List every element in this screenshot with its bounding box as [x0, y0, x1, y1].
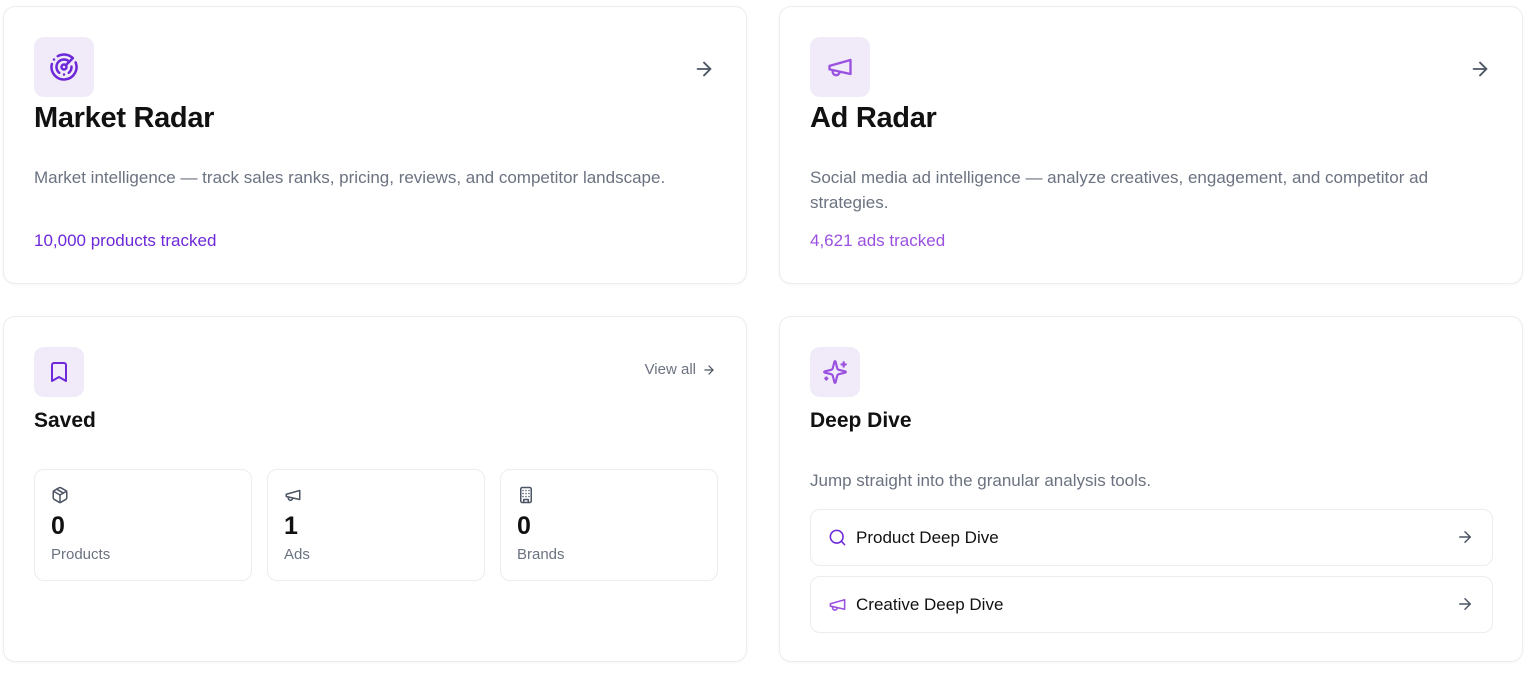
- saved-ads-count: 1: [284, 512, 298, 540]
- saved-ads-label: Ads: [284, 546, 310, 563]
- saved-title: Saved: [34, 409, 96, 432]
- saved-ads-box[interactable]: 1 Ads: [267, 469, 485, 581]
- market-radar-card[interactable]: Market Radar Market intelligence — track…: [3, 6, 747, 284]
- product-deep-dive-label: Product Deep Dive: [856, 527, 999, 547]
- saved-card: View all Saved 0 Products 1 Ads 0 Brands: [3, 316, 747, 662]
- radar-icon: [34, 37, 94, 97]
- megaphone-icon: [284, 486, 302, 504]
- arrow-right-icon: [704, 364, 714, 375]
- building-icon: [517, 486, 535, 504]
- saved-brands-label: Brands: [517, 546, 565, 563]
- creative-deep-dive-label: Creative Deep Dive: [856, 594, 1004, 614]
- market-radar-description: Market intelligence — track sales ranks,…: [34, 168, 666, 187]
- megaphone-icon: [810, 37, 870, 97]
- saved-products-box[interactable]: 0 Products: [34, 469, 252, 581]
- deep-dive-title: Deep Dive: [810, 409, 912, 432]
- sparkles-icon: [810, 347, 860, 397]
- arrow-right-icon: [1456, 528, 1476, 548]
- product-deep-dive-link[interactable]: Product Deep Dive: [810, 509, 1493, 566]
- saved-brands-box[interactable]: 0 Brands: [500, 469, 718, 581]
- ad-radar-card[interactable]: Ad Radar Social media ad intelligence — …: [779, 6, 1523, 284]
- bookmark-icon: [34, 347, 84, 397]
- ad-radar-title: Ad Radar: [810, 102, 937, 134]
- creative-deep-dive-link[interactable]: Creative Deep Dive: [810, 576, 1493, 633]
- saved-brands-count: 0: [517, 512, 531, 540]
- package-icon: [51, 486, 69, 504]
- market-radar-title: Market Radar: [34, 102, 215, 134]
- view-all-label: View all: [644, 361, 696, 378]
- market-radar-stat: 10,000 products tracked: [34, 231, 217, 250]
- saved-products-count: 0: [51, 512, 65, 540]
- ad-radar-arrow-icon[interactable]: [1468, 57, 1492, 81]
- ad-radar-stat: 4,621 ads tracked: [810, 231, 946, 250]
- market-radar-arrow-icon[interactable]: [692, 57, 716, 81]
- search-icon: [827, 528, 847, 548]
- deep-dive-description: Jump straight into the granular analysis…: [810, 471, 1152, 490]
- megaphone-icon: [827, 595, 847, 615]
- view-all-link[interactable]: View all: [645, 361, 716, 378]
- deep-dive-card: Deep Dive Jump straight into the granula…: [779, 316, 1523, 662]
- ad-radar-description: Social media ad intelligence — analyze c…: [810, 168, 1429, 212]
- saved-products-label: Products: [51, 546, 111, 563]
- arrow-right-icon: [1456, 595, 1476, 615]
